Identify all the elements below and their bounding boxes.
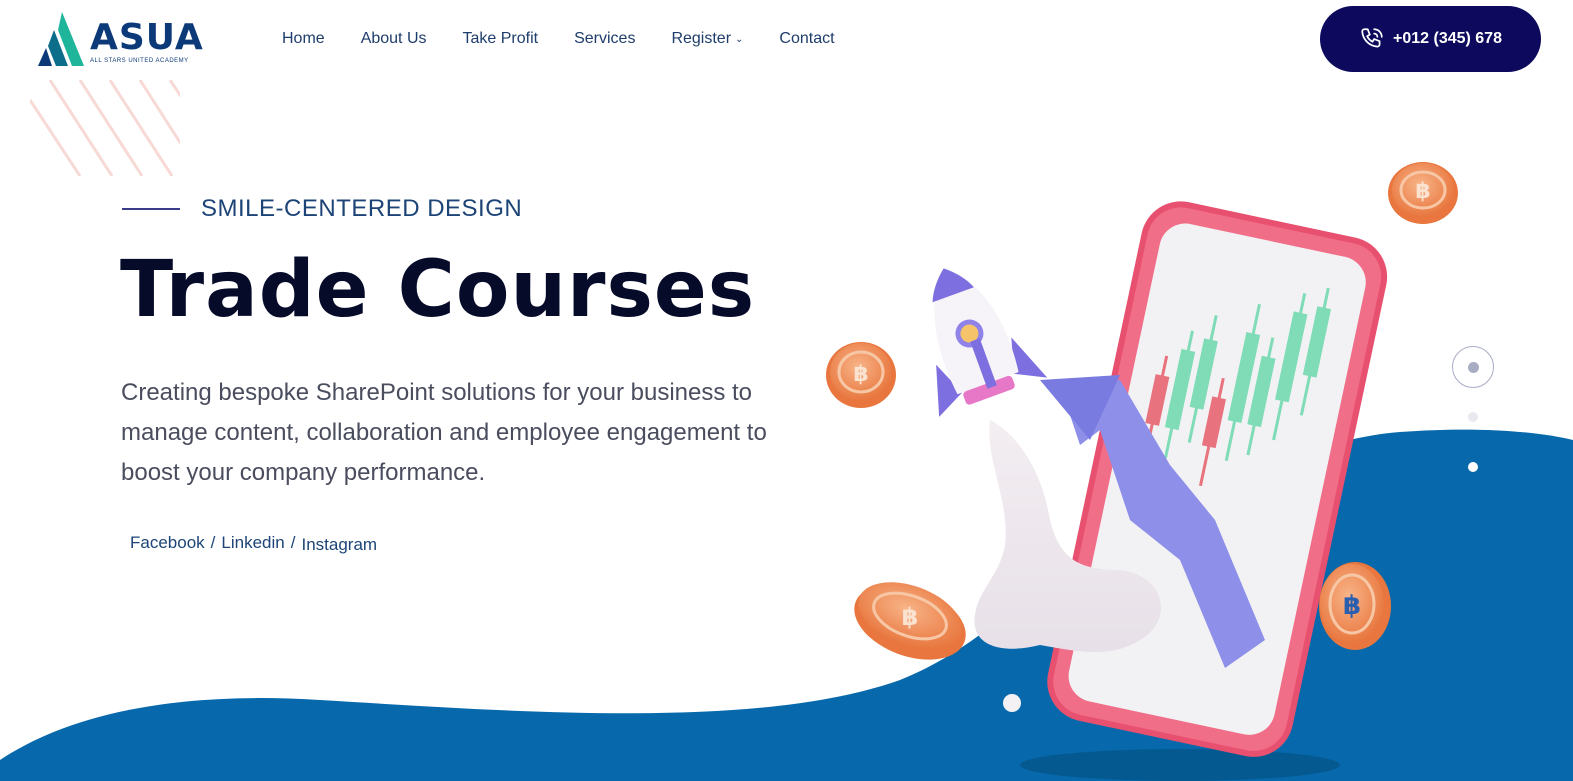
phone-illustration bbox=[1047, 201, 1388, 757]
slider-dot-3[interactable] bbox=[1468, 462, 1478, 472]
coin-left: ฿ bbox=[826, 342, 896, 408]
rocket-illustration bbox=[932, 268, 1048, 417]
svg-text:฿: ฿ bbox=[902, 603, 919, 631]
svg-text:฿: ฿ bbox=[1343, 591, 1361, 621]
coin-right: ฿ bbox=[1319, 562, 1391, 650]
slider-dot-inner bbox=[1467, 361, 1479, 373]
coin-bottom-left: ฿ bbox=[854, 582, 966, 660]
hero-illustration: ฿ ฿ ฿ ฿ bbox=[826, 162, 1458, 781]
coin-top-right: ฿ bbox=[1388, 162, 1458, 224]
slider-dot-active[interactable] bbox=[1452, 346, 1494, 388]
svg-text:฿: ฿ bbox=[853, 362, 868, 387]
svg-text:฿: ฿ bbox=[1415, 179, 1430, 204]
slider-dot-2[interactable] bbox=[1468, 412, 1478, 422]
